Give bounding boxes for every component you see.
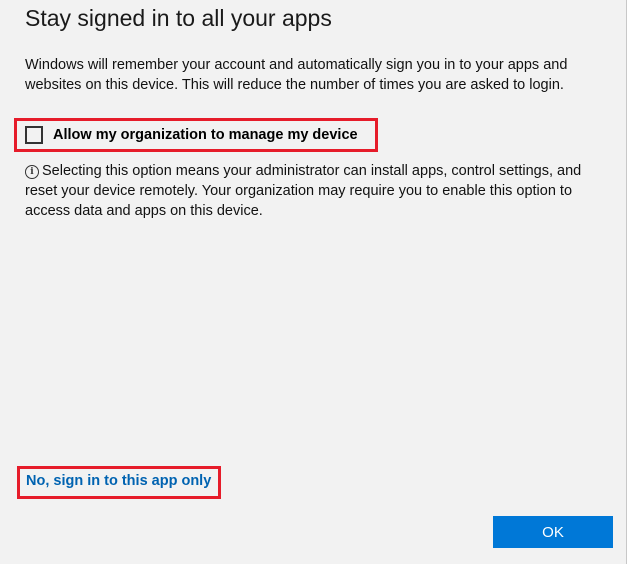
ok-button[interactable]: OK <box>493 516 613 548</box>
info-message: i Selecting this option means your admini… <box>25 161 605 221</box>
dialog-title: Stay signed in to all your apps <box>25 5 332 31</box>
manage-device-checkbox-label: Allow my organization to manage my devic… <box>53 127 358 143</box>
manage-device-checkbox[interactable] <box>25 126 43 144</box>
dialog-description: Windows will remember your account and a… <box>25 57 568 93</box>
stay-signed-in-dialog: Stay signed in to all your apps Windows … <box>0 0 627 564</box>
info-text: Selecting this option means your adminis… <box>25 163 582 219</box>
sign-in-this-app-only-link[interactable]: No, sign in to this app only <box>26 473 211 489</box>
info-icon: i <box>25 165 39 179</box>
manage-device-checkbox-row[interactable]: Allow my organization to manage my devic… <box>25 124 358 146</box>
